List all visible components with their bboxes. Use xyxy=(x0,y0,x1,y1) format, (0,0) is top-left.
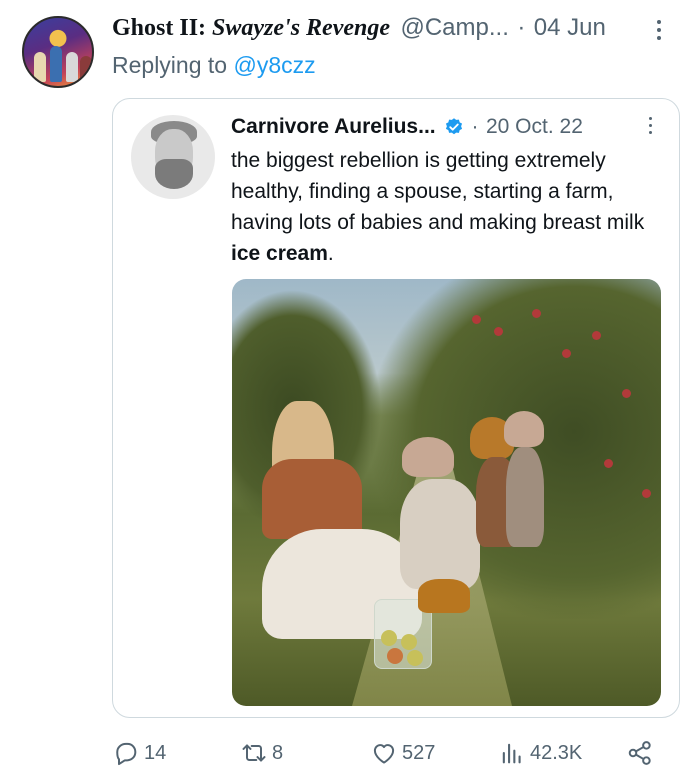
replying-label: Replying to xyxy=(112,52,234,78)
photo-apple xyxy=(494,327,503,336)
bust-beard xyxy=(155,159,193,189)
share-icon xyxy=(626,739,654,767)
tweet-header: Ghost II: Swayze's Revenge @Camp... · 04… xyxy=(112,14,672,48)
quoted-photo[interactable] xyxy=(232,279,661,706)
separator-dot: · xyxy=(471,115,479,138)
photo-apple xyxy=(562,349,571,358)
photo-apple xyxy=(622,389,631,398)
author-name[interactable]: Ghost II: Swayze's Revenge xyxy=(112,15,390,41)
photo-child xyxy=(418,579,470,613)
quoted-author-name[interactable]: Carnivore Aurelius... xyxy=(231,115,436,138)
retweet-button[interactable]: 8 xyxy=(240,738,283,768)
verified-badge-icon xyxy=(444,117,464,142)
avatar-figure xyxy=(80,56,92,82)
quoted-text: the biggest rebellion is getting extreme… xyxy=(231,149,645,265)
quoted-date[interactable]: 20 Oct. 22 xyxy=(486,115,583,138)
replying-mention[interactable]: @y8czz xyxy=(233,52,315,78)
photo-apple xyxy=(604,459,613,468)
photo-child xyxy=(506,447,544,547)
photo-woman xyxy=(262,459,362,539)
photo-child xyxy=(504,411,544,447)
like-button[interactable]: 527 xyxy=(370,738,435,768)
more-icon[interactable] xyxy=(639,113,661,143)
photo-apple xyxy=(642,489,651,498)
views-icon xyxy=(498,739,526,767)
quoted-tweet[interactable]: Carnivore Aurelius... · 20 Oct. 22 the b… xyxy=(112,98,680,718)
photo-child xyxy=(400,479,480,589)
photo-apple xyxy=(472,315,481,324)
photo-child xyxy=(402,437,454,477)
author-handle[interactable]: @Camp... xyxy=(400,14,508,41)
photo-apple xyxy=(592,331,601,340)
more-icon[interactable] xyxy=(646,16,672,46)
retweet-count: 8 xyxy=(272,741,284,764)
views-count: 42.3K xyxy=(530,741,583,764)
quoted-header: Carnivore Aurelius... · 20 Oct. 22 xyxy=(231,115,661,145)
avatar-figure xyxy=(50,46,62,82)
replying-to: Replying to @y8czz xyxy=(112,52,316,79)
author-avatar[interactable] xyxy=(22,16,94,88)
quoted-author-avatar[interactable] xyxy=(131,115,215,199)
tweet-actions: 14 8 527 42.3K xyxy=(112,738,672,768)
avatar-figure xyxy=(34,52,46,82)
separator-dot: · xyxy=(517,14,526,41)
photo-apple xyxy=(532,309,541,318)
share-button[interactable] xyxy=(626,738,654,768)
reply-count: 14 xyxy=(144,741,167,764)
like-count: 527 xyxy=(402,741,436,764)
reply-icon xyxy=(112,739,140,767)
like-icon xyxy=(370,739,398,767)
reply-button[interactable]: 14 xyxy=(112,738,166,768)
views-button[interactable]: 42.3K xyxy=(498,738,582,768)
retweet-icon xyxy=(240,739,268,767)
avatar-figure xyxy=(66,52,78,82)
tweet-date[interactable]: 04 Jun xyxy=(534,14,606,41)
